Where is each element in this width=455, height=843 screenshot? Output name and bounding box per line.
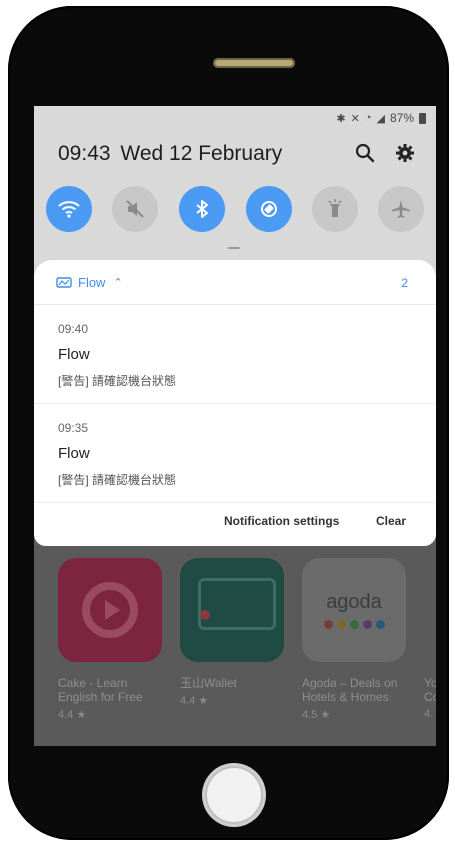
app-card-partial[interactable]: Yo Co 4. <box>424 558 436 720</box>
bluetooth-icon: ✱ <box>336 112 346 125</box>
notification-card: Flow ⌃ 2 09:40 Flow [警告] 請確認機台狀態 09:35 F… <box>34 260 436 546</box>
app-card-esun-wallet[interactable]: 玉山Wallet 4.4 ★ <box>180 558 290 707</box>
notification-item[interactable]: 09:40 Flow [警告] 請確認機台狀態 <box>34 305 436 404</box>
notification-shade: ✱ ✕ ◔ ◢ 87% 09:43 Wed 12 February Flow ⌃… <box>34 106 436 546</box>
app-name-line1: Yo <box>424 676 436 690</box>
notification-body: [警告] 請確認機台狀態 <box>58 374 177 388</box>
mute-icon: ✕ <box>350 112 360 125</box>
signal-icon: ◢ <box>376 112 385 125</box>
app-rating: 4. <box>424 708 434 720</box>
bluetooth-icon <box>196 200 208 218</box>
date-text: Wed 12 February <box>120 142 283 165</box>
battery-icon <box>419 112 426 124</box>
gear-icon[interactable] <box>394 142 416 164</box>
notification-time: 09:40 <box>58 322 89 336</box>
clock-time: 09:43 <box>58 142 111 165</box>
airplane-icon <box>392 200 410 218</box>
app-name-line2: Hotels & Homes <box>302 690 389 704</box>
notification-title: Flow <box>58 346 90 363</box>
app-rating: 4.4 ★ <box>180 695 209 707</box>
notification-time: 09:35 <box>58 421 89 435</box>
app-rating: 4.4 ★ <box>58 709 87 721</box>
app-card-agoda[interactable]: agoda Agoda – Deals on Hotels & Homes 4.… <box>302 558 412 721</box>
app-name-line1: 玉山Wallet <box>180 676 237 690</box>
partial-app-icon <box>424 558 436 662</box>
agoda-app-icon: agoda <box>302 558 406 662</box>
notification-item[interactable]: 09:35 Flow [警告] 請確認機台狀態 <box>34 404 436 503</box>
app-card-cake[interactable]: Cake - Learn English for Free 4.4 ★ <box>58 558 168 721</box>
flow-app-icon <box>56 276 72 288</box>
app-rating: 4.5 ★ <box>302 709 331 721</box>
mute-icon <box>126 200 144 218</box>
notification-actions: Notification settings Clear <box>34 514 436 544</box>
header-actions <box>354 142 416 164</box>
notification-count: 2 <box>401 276 408 290</box>
app-name-line2: English for Free <box>58 690 143 704</box>
home-button[interactable] <box>205 766 263 824</box>
wifi-icon: ◔ <box>364 112 372 124</box>
notification-title: Flow <box>58 445 90 462</box>
notification-body: [警告] 請確認機台狀態 <box>58 473 177 487</box>
wallet-app-icon <box>180 558 284 662</box>
app-tag: Flow ⌃ <box>56 275 123 290</box>
search-icon[interactable] <box>354 142 376 164</box>
app-name: Flow <box>78 275 106 290</box>
earpiece-speaker <box>213 58 295 68</box>
clear-button[interactable]: Clear <box>376 514 406 528</box>
phone-frame: Cake - Learn English for Free 4.4 ★ 玉山Wa… <box>8 6 449 840</box>
flashlight-icon <box>328 199 342 217</box>
wifi-icon <box>58 201 80 218</box>
quick-settings-row <box>46 186 426 232</box>
battery-percent: 87% <box>389 111 414 125</box>
clock-date: 09:43 Wed 12 February <box>58 142 282 166</box>
bluetooth-toggle[interactable] <box>179 186 225 232</box>
auto-rotate-toggle[interactable] <box>246 186 292 232</box>
status-bar: ✱ ✕ ◔ ◢ 87% <box>336 110 426 126</box>
app-name-line1: Cake - Learn <box>58 676 128 690</box>
airplane-toggle[interactable] <box>378 186 424 232</box>
agoda-logo-text: agoda <box>326 591 382 613</box>
chevron-up-icon[interactable]: ⌃ <box>113 276 122 289</box>
cake-app-icon <box>58 558 162 662</box>
flashlight-toggle[interactable] <box>312 186 358 232</box>
app-name-line1: Agoda – Deals on <box>302 676 398 690</box>
sound-toggle[interactable] <box>112 186 158 232</box>
auto-rotate-icon <box>261 201 277 217</box>
notification-group-header[interactable]: Flow ⌃ 2 <box>34 260 436 305</box>
phone-screen: Cake - Learn English for Free 4.4 ★ 玉山Wa… <box>34 106 436 746</box>
shade-drag-handle[interactable] <box>228 247 240 249</box>
background-app-list: Cake - Learn English for Free 4.4 ★ 玉山Wa… <box>34 544 436 746</box>
wifi-toggle[interactable] <box>46 186 92 232</box>
notification-settings-button[interactable]: Notification settings <box>224 514 339 528</box>
app-name-line2: Co <box>424 690 436 704</box>
